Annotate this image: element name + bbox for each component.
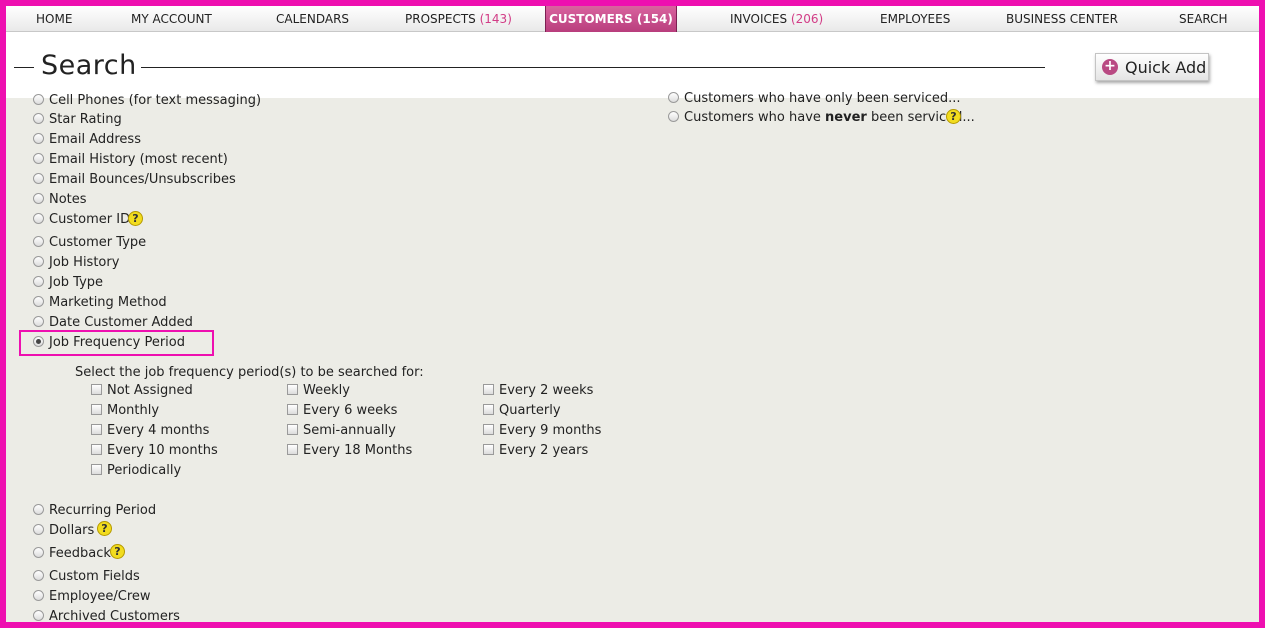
radio-button[interactable] xyxy=(33,524,44,535)
checkbox[interactable] xyxy=(483,424,494,435)
checkbox[interactable] xyxy=(483,404,494,415)
nav-home[interactable]: HOME xyxy=(36,6,72,32)
checkbox[interactable] xyxy=(91,424,102,435)
plus-circle-icon: + xyxy=(1102,59,1118,75)
checkbox[interactable] xyxy=(91,444,102,455)
radio-button[interactable] xyxy=(33,113,44,124)
option-feedback[interactable]: Feedback? xyxy=(33,544,143,563)
radio-button[interactable] xyxy=(33,547,44,558)
nav-prospects[interactable]: PROSPECTS (143) xyxy=(405,6,512,32)
radio-button[interactable] xyxy=(33,296,44,307)
radio-button[interactable] xyxy=(33,173,44,184)
radio-button[interactable] xyxy=(33,133,44,144)
nav-search[interactable]: SEARCH xyxy=(1179,6,1228,32)
checkbox[interactable] xyxy=(287,424,298,435)
nav-business-center[interactable]: BUSINESS CENTER xyxy=(1006,6,1118,32)
checkbox[interactable] xyxy=(91,464,102,475)
radio-button[interactable] xyxy=(33,94,44,105)
radio-button[interactable] xyxy=(668,92,679,103)
radio-button[interactable] xyxy=(33,276,44,287)
prospects-count: (143) xyxy=(479,12,512,26)
quick-add-label: Quick Add xyxy=(1125,57,1207,77)
help-icon[interactable]: ? xyxy=(946,109,961,124)
checkbox[interactable] xyxy=(483,444,494,455)
radio-button[interactable] xyxy=(33,236,44,247)
radio-button[interactable] xyxy=(33,213,44,224)
checkbox[interactable] xyxy=(287,384,298,395)
radio-button[interactable] xyxy=(33,256,44,267)
checkbox[interactable] xyxy=(91,404,102,415)
nav-my-account[interactable]: MY ACCOUNT xyxy=(131,6,212,32)
help-icon[interactable]: ? xyxy=(110,544,125,559)
radio-button[interactable] xyxy=(33,193,44,204)
radio-button[interactable] xyxy=(33,504,44,515)
radio-button[interactable] xyxy=(33,570,44,581)
nav-calendars[interactable]: CALENDARS xyxy=(276,6,349,32)
radio-button[interactable] xyxy=(33,590,44,601)
checkbox[interactable] xyxy=(287,444,298,455)
nav-invoices[interactable]: INVOICES (206) xyxy=(730,6,823,32)
option-customer-id[interactable]: Customer ID? xyxy=(33,211,163,229)
radio-button[interactable] xyxy=(33,316,44,327)
checkbox[interactable] xyxy=(91,384,102,395)
frequency-prompt: Select the job frequency period(s) to be… xyxy=(75,365,424,380)
customers-count: (154) xyxy=(636,12,673,26)
quick-add-button[interactable]: + Quick Add xyxy=(1095,53,1209,81)
help-icon[interactable]: ? xyxy=(97,521,112,536)
radio-button[interactable] xyxy=(33,610,44,621)
page-header: Search + Quick Add xyxy=(6,32,1259,98)
radio-button[interactable] xyxy=(33,153,44,164)
checkbox[interactable] xyxy=(287,404,298,415)
app-frame: HOME MY ACCOUNT CALENDARS PROSPECTS (143… xyxy=(6,6,1259,622)
option-never-serviced[interactable]: Customers who have never been serviced..… xyxy=(668,109,975,127)
search-options-panel: Cell Phones (for text messaging) Star Ra… xyxy=(6,91,1259,622)
title-rule-left xyxy=(14,67,34,68)
invoices-count: (206) xyxy=(790,12,824,26)
checkbox[interactable] xyxy=(483,384,494,395)
page-title: Search xyxy=(41,50,137,81)
radio-button-selected[interactable] xyxy=(33,336,44,347)
help-icon[interactable]: ? xyxy=(128,211,143,226)
option-dollars[interactable]: Dollars? xyxy=(33,521,133,540)
radio-button[interactable] xyxy=(668,111,679,122)
main-nav: HOME MY ACCOUNT CALENDARS PROSPECTS (143… xyxy=(6,6,1259,36)
title-rule-right xyxy=(141,67,1045,68)
nav-employees[interactable]: EMPLOYEES xyxy=(880,6,950,32)
